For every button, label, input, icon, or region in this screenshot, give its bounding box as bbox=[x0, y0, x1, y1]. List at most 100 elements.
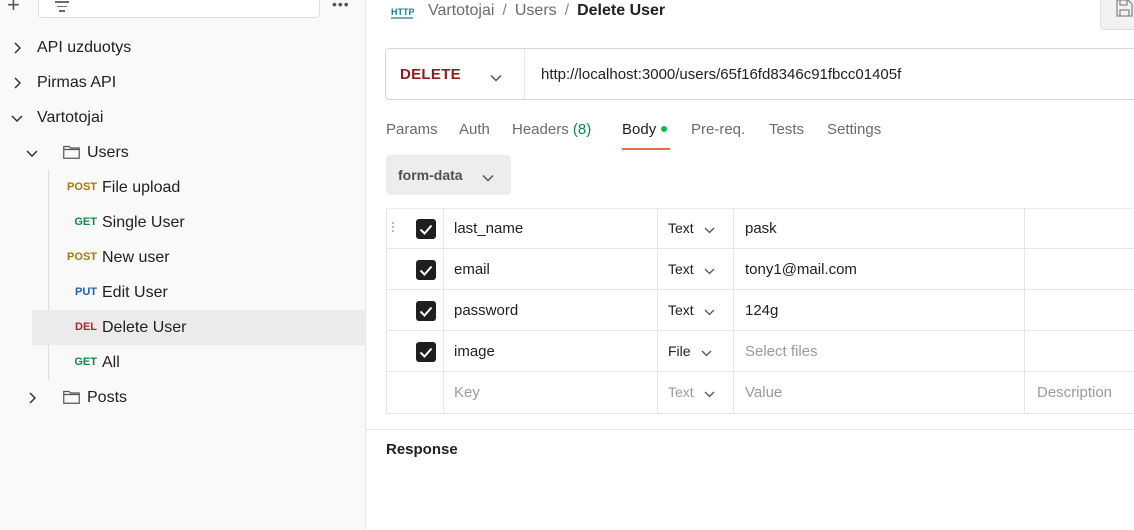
request-label: All bbox=[102, 354, 120, 371]
chevron-down-icon bbox=[704, 373, 715, 414]
chevron-down-icon bbox=[704, 291, 715, 332]
type-select[interactable]: Text bbox=[668, 372, 715, 414]
tab-prereq[interactable]: Pre-req. bbox=[691, 118, 745, 142]
request-label: Delete User bbox=[102, 319, 187, 336]
select-files-button[interactable]: Select files bbox=[745, 331, 818, 372]
type-value: Text bbox=[668, 384, 694, 400]
chevron-down-icon bbox=[701, 332, 712, 373]
type-select[interactable]: Text bbox=[668, 290, 715, 332]
value-placeholder[interactable]: Value bbox=[745, 372, 782, 413]
add-icon[interactable]: + bbox=[7, 0, 20, 16]
body-type-value: form-data bbox=[398, 167, 463, 183]
tab-tests[interactable]: Tests bbox=[769, 118, 804, 142]
value-field[interactable]: pask bbox=[745, 208, 777, 249]
headers-count: (8) bbox=[572, 121, 592, 138]
row-checkbox[interactable] bbox=[416, 301, 436, 321]
method-value: DELETE bbox=[400, 66, 461, 83]
row-checkbox[interactable] bbox=[416, 219, 436, 239]
key-placeholder[interactable]: Key bbox=[454, 372, 480, 413]
svg-text:HTTP: HTTP bbox=[391, 7, 414, 17]
key-field[interactable]: image bbox=[454, 331, 495, 372]
collection-label: API uzduotys bbox=[37, 39, 132, 56]
description-placeholder[interactable]: Description bbox=[1037, 372, 1112, 413]
body-type-select[interactable]: form-data bbox=[386, 155, 511, 195]
table-row: email Text tony1@mail.com bbox=[386, 249, 1134, 290]
chevron-down-icon bbox=[490, 69, 502, 87]
request-new-user[interactable]: POST New user bbox=[0, 240, 365, 275]
type-value: Text bbox=[668, 220, 694, 236]
chevron-right-icon[interactable] bbox=[24, 380, 40, 415]
folder-posts[interactable]: Posts bbox=[0, 380, 365, 415]
key-field[interactable]: email bbox=[454, 249, 490, 290]
collection-label: Vartotojai bbox=[37, 109, 104, 126]
folder-label: Posts bbox=[87, 389, 128, 406]
response-divider[interactable] bbox=[366, 429, 1134, 430]
chevron-down-icon[interactable] bbox=[9, 100, 25, 135]
request-label: File upload bbox=[102, 179, 181, 196]
value-field[interactable]: 124g bbox=[745, 290, 778, 331]
form-data-table: last_name Text pask email Text tony1@mai… bbox=[386, 208, 1134, 414]
request-all[interactable]: GET All bbox=[0, 345, 365, 380]
checkmark-icon bbox=[419, 306, 433, 317]
request-label: Edit User bbox=[102, 284, 168, 301]
method-select[interactable]: DELETE bbox=[386, 49, 525, 99]
request-file-upload[interactable]: POST File upload bbox=[0, 170, 365, 205]
breadcrumb-separator: / bbox=[502, 2, 507, 19]
type-select[interactable]: Text bbox=[668, 249, 715, 291]
key-field[interactable]: last_name bbox=[454, 208, 523, 249]
save-button[interactable] bbox=[1100, 0, 1134, 30]
chevron-right-icon[interactable] bbox=[9, 65, 25, 100]
table-row: password Text 124g bbox=[386, 290, 1134, 331]
collection-label: Pirmas API bbox=[37, 74, 117, 91]
body-active-dot bbox=[661, 126, 668, 133]
chevron-right-icon[interactable] bbox=[9, 30, 25, 65]
type-value: Text bbox=[668, 261, 694, 277]
breadcrumb-current[interactable]: Delete User bbox=[577, 2, 665, 19]
request-editor: HTTP Vartotojai / Users / Delete User DELETE… bbox=[366, 0, 1134, 530]
row-checkbox[interactable] bbox=[416, 342, 436, 362]
value-field[interactable]: tony1@mail.com bbox=[745, 249, 857, 290]
chevron-down-icon bbox=[482, 169, 494, 187]
drag-handle-icon[interactable] bbox=[392, 222, 396, 234]
request-label: Single User bbox=[102, 214, 185, 231]
http-icon: HTTP bbox=[391, 7, 414, 19]
tab-settings[interactable]: Settings bbox=[827, 118, 881, 142]
collection-vartotojai[interactable]: Vartotojai bbox=[0, 100, 365, 135]
method-badge: GET bbox=[74, 216, 97, 228]
key-field[interactable]: password bbox=[454, 290, 518, 331]
sidebar-toolbar: + ••• bbox=[0, 0, 365, 20]
folder-icon bbox=[63, 145, 80, 159]
tab-params[interactable]: Params bbox=[386, 118, 438, 142]
type-select[interactable]: Text bbox=[668, 208, 715, 250]
breadcrumb-collection[interactable]: Vartotojai bbox=[428, 2, 494, 19]
folder-users[interactable]: Users bbox=[0, 135, 365, 170]
request-label: New user bbox=[102, 249, 170, 266]
type-value: Text bbox=[668, 302, 694, 318]
tab-auth[interactable]: Auth bbox=[459, 118, 490, 142]
save-icon bbox=[1116, 0, 1133, 17]
breadcrumb: Vartotojai / Users / Delete User bbox=[428, 1, 665, 21]
tab-headers[interactable]: Headers (8) bbox=[512, 118, 591, 142]
method-badge: DEL bbox=[75, 321, 97, 333]
sidebar-filter-input[interactable] bbox=[38, 0, 320, 18]
request-edit-user[interactable]: PUT Edit User bbox=[0, 275, 365, 310]
response-title: Response bbox=[386, 441, 458, 458]
row-checkbox[interactable] bbox=[416, 260, 436, 280]
breadcrumb-separator: / bbox=[564, 2, 570, 19]
chevron-down-icon[interactable] bbox=[24, 135, 40, 170]
filter-icon bbox=[55, 1, 69, 15]
collection-pirmas-api[interactable]: Pirmas API bbox=[0, 65, 365, 100]
more-options-icon[interactable]: ••• bbox=[332, 0, 350, 12]
url-input[interactable]: http://localhost:3000/users/65f16fd8346c… bbox=[541, 49, 901, 101]
method-badge: POST bbox=[67, 181, 97, 193]
type-select[interactable]: File bbox=[668, 331, 712, 373]
tab-body[interactable]: Body bbox=[622, 118, 668, 142]
request-delete-user[interactable]: DEL Delete User bbox=[32, 310, 365, 345]
request-single-user[interactable]: GET Single User bbox=[0, 205, 365, 240]
collection-api-uzduotys[interactable]: API uzduotys bbox=[0, 30, 365, 65]
tab-body-label: Body bbox=[622, 121, 657, 138]
method-badge: PUT bbox=[75, 286, 97, 298]
chevron-down-icon bbox=[704, 250, 715, 291]
tab-headers-label: Headers bbox=[512, 121, 569, 138]
breadcrumb-folder[interactable]: Users bbox=[515, 2, 557, 19]
